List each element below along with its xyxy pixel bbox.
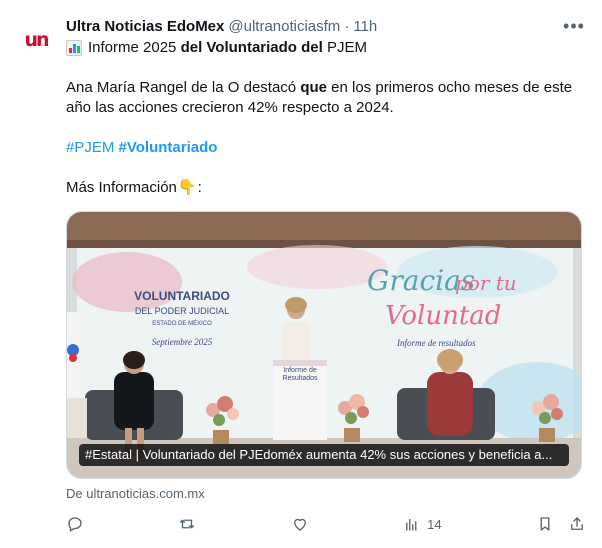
event-photo: VOLUNTARIADO DEL PODER JUDICIAL ESTADO D…: [67, 212, 581, 478]
more-info-colon: :: [197, 179, 202, 196]
text-segment: PJEM: [326, 39, 367, 56]
banner-title-2: por tu: [455, 271, 517, 295]
author-name[interactable]: Ultra Noticias EdoMex: [66, 18, 224, 35]
retweet-button[interactable]: [178, 515, 196, 533]
avatar[interactable]: un: [16, 20, 56, 60]
tweet-header: Ultra Noticias EdoMex @ultranoticiasfm ·…: [66, 16, 586, 36]
reply-icon: [68, 517, 82, 532]
text-bold-segment: del Voluntariado del: [180, 39, 323, 56]
banner-date: Septiembre 2025: [152, 337, 213, 347]
separator: ·: [344, 17, 350, 35]
tweet-line-1: Informe 2025 del Voluntariado del PJEM: [66, 38, 586, 58]
retweet-icon: [180, 519, 195, 529]
hashtag-voluntariado[interactable]: #Voluntariado: [119, 139, 218, 156]
link-card-caption[interactable]: #Estatal | Voluntariado del PJEdoméx aum…: [79, 444, 569, 466]
timestamp[interactable]: 11h: [353, 18, 377, 35]
more-info-line: Más Información 👇 :: [66, 178, 586, 198]
author-handle[interactable]: @ultranoticiasfm: [228, 18, 340, 35]
text-segment: Ana María Rangel de la O destacó: [66, 79, 301, 96]
podium-text-2: Resultados: [282, 375, 318, 382]
more-info-label: Más Información: [66, 179, 177, 196]
bookmark-icon[interactable]: [536, 515, 554, 533]
banner-org-line-1: VOLUNTARIADO: [134, 289, 230, 303]
views-count: 14: [427, 516, 442, 532]
text-bold-segment: que: [300, 79, 327, 96]
banner-org-line-3: ESTADO DE MÉXICO: [152, 320, 212, 327]
tweet[interactable]: un Ultra Noticias EdoMex @ultranoticiasf…: [0, 0, 602, 548]
views-icon: [406, 518, 417, 531]
banner-subtitle: Informe de resultados: [396, 338, 476, 348]
bar-chart-icon: [66, 40, 82, 56]
banner-org-line-2: DEL PODER JUDICIAL: [135, 306, 229, 316]
more-horizontal-icon[interactable]: •••: [562, 16, 586, 36]
like-button[interactable]: [291, 515, 309, 533]
tweet-paragraph: Ana María Rangel de la O destacó que en …: [66, 78, 586, 118]
banner-title-3: Voluntad: [385, 301, 501, 331]
tweet-actions: 14: [66, 512, 586, 536]
like-icon: [293, 518, 306, 531]
reply-button[interactable]: [66, 515, 84, 533]
hashtags: #PJEM #Voluntariado: [66, 138, 586, 158]
link-card-image[interactable]: VOLUNTARIADO DEL PODER JUDICIAL ESTADO D…: [66, 211, 582, 479]
hashtag-pjem[interactable]: #PJEM: [66, 139, 114, 156]
share-icon[interactable]: [568, 515, 586, 533]
pointing-down-icon: 👇: [177, 179, 197, 196]
link-source[interactable]: De ultranoticias.com.mx: [66, 486, 205, 501]
views-button[interactable]: 14: [403, 515, 442, 533]
podium-text-1: Informe de: [283, 367, 317, 374]
text-segment: Informe 2025: [88, 39, 177, 56]
avatar-logo: un: [24, 28, 49, 51]
